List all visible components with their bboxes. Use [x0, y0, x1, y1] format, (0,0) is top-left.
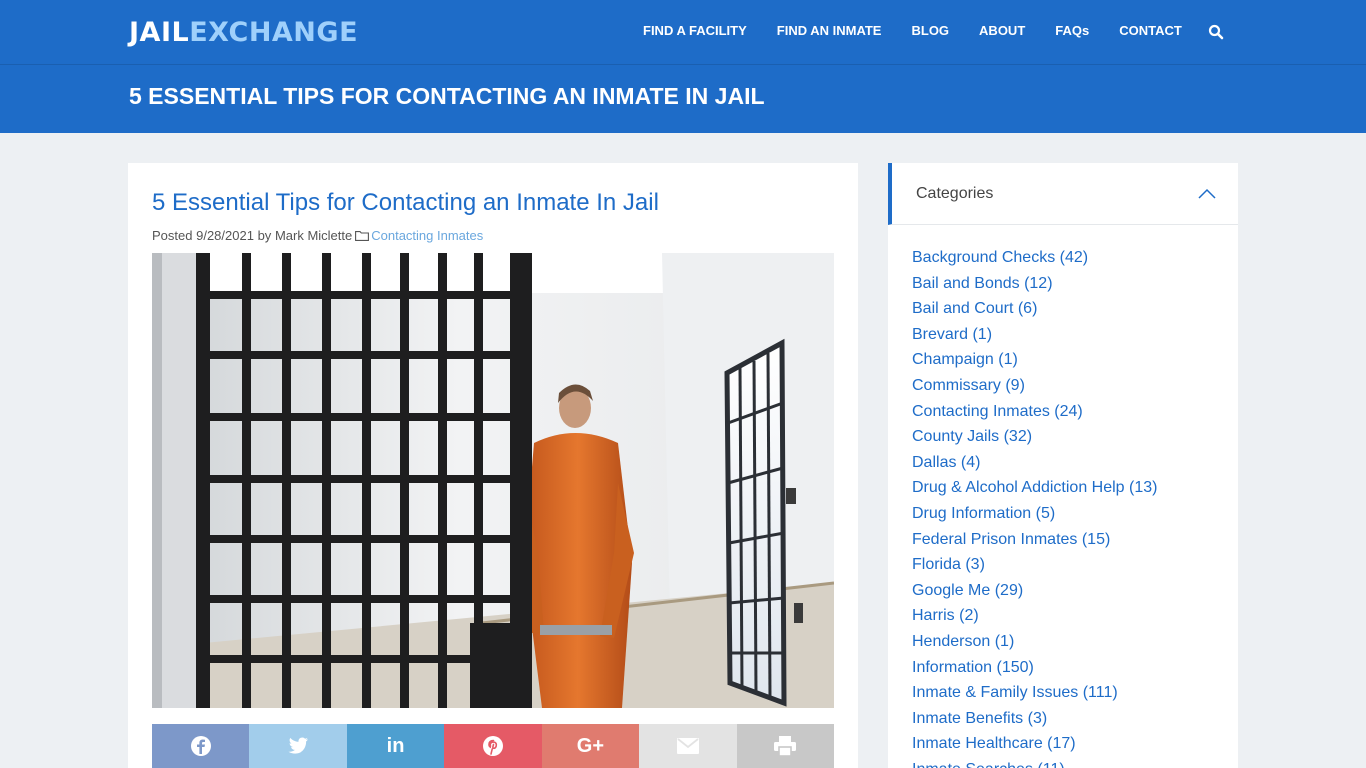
folder-icon	[355, 231, 370, 241]
category-link[interactable]: Florida (3)	[912, 552, 1157, 578]
share-facebook-button[interactable]	[152, 724, 250, 768]
category-link[interactable]: Inmate Searches (11)	[912, 757, 1157, 768]
googleplus-icon: G+	[576, 734, 605, 757]
nav-find-facility[interactable]: FIND A FACILITY	[643, 22, 747, 40]
facebook-icon	[190, 736, 211, 756]
email-icon	[676, 738, 699, 754]
category-link[interactable]: Google Me (29)	[912, 578, 1157, 604]
categories-header[interactable]: Categories	[888, 163, 1238, 225]
share-googleplus-button[interactable]: G+	[541, 724, 640, 768]
category-link[interactable]: Harris (2)	[912, 603, 1157, 629]
nav-faqs[interactable]: FAQs	[1055, 22, 1089, 40]
share-linkedin-button[interactable]: in	[346, 724, 445, 768]
category-link[interactable]: Henderson (1)	[912, 629, 1157, 655]
logo-part-jail: JAIL	[129, 17, 190, 48]
page-title: 5 ESSENTIAL TIPS FOR CONTACTING AN INMAT…	[129, 83, 765, 109]
print-icon	[774, 736, 797, 756]
post-author: Mark Miclette	[274, 228, 353, 243]
category-link[interactable]: Brevard (1)	[912, 322, 1157, 348]
category-link[interactable]: Bail and Bonds (12)	[912, 271, 1157, 297]
article-card: 5 Essential Tips for Contacting an Inmat…	[128, 163, 858, 768]
category-link[interactable]: Inmate & Family Issues (111)	[912, 680, 1157, 706]
chevron-up-icon[interactable]	[1198, 185, 1216, 203]
category-link[interactable]: Contacting Inmates (24)	[912, 399, 1157, 425]
category-link[interactable]: Federal Prison Inmates (15)	[912, 527, 1157, 553]
logo-part-exchange: EXCHANGE	[189, 17, 359, 48]
article-title[interactable]: 5 Essential Tips for Contacting an Inmat…	[152, 188, 659, 218]
search-icon[interactable]	[1208, 24, 1224, 40]
share-pinterest-button[interactable]	[444, 724, 542, 768]
share-bar: in G+	[152, 724, 834, 768]
linkedin-icon: in	[386, 734, 405, 757]
sidebar-categories-widget: Categories Background Checks (42) Bail a…	[888, 163, 1238, 768]
nav-blog[interactable]: BLOG	[911, 22, 949, 40]
nav-find-inmate[interactable]: FIND AN INMATE	[777, 22, 882, 40]
post-meta: Posted 9/28/2021 by Mark Miclette Contact…	[152, 228, 483, 244]
category-link[interactable]: Bail and Court (6)	[912, 296, 1157, 322]
main-nav: FIND A FACILITY FIND AN INMATE BLOG ABOU…	[643, 22, 1212, 40]
post-date: 9/28/2021	[196, 228, 254, 243]
post-category-link[interactable]: Contacting Inmates	[371, 228, 483, 243]
twitter-icon	[288, 737, 309, 754]
categories-list: Background Checks (42) Bail and Bonds (1…	[912, 245, 1157, 768]
category-link[interactable]: Champaign (1)	[912, 347, 1157, 373]
by-label: by	[257, 228, 272, 243]
categories-heading: Categories	[916, 185, 994, 202]
nav-contact[interactable]: CONTACT	[1119, 22, 1182, 40]
article-featured-image	[152, 253, 834, 708]
posted-label: Posted	[152, 228, 193, 243]
category-link[interactable]: Information (150)	[912, 655, 1157, 681]
top-navbar: JAILEXCHANGE FIND A FACILITY FIND AN INM…	[0, 0, 1366, 64]
pinterest-icon	[482, 736, 503, 756]
category-link[interactable]: Commissary (9)	[912, 373, 1157, 399]
category-link[interactable]: County Jails (32)	[912, 424, 1157, 450]
share-twitter-button[interactable]	[249, 724, 347, 768]
category-link[interactable]: Inmate Healthcare (17)	[912, 731, 1157, 757]
share-print-button[interactable]	[736, 724, 834, 768]
share-email-button[interactable]	[639, 724, 737, 768]
site-logo[interactable]: JAILEXCHANGE	[129, 17, 358, 49]
category-link[interactable]: Inmate Benefits (3)	[912, 706, 1157, 732]
nav-about[interactable]: ABOUT	[979, 22, 1025, 40]
page-title-bar: 5 ESSENTIAL TIPS FOR CONTACTING AN INMAT…	[0, 64, 1366, 133]
category-link[interactable]: Background Checks (42)	[912, 245, 1157, 271]
category-link[interactable]: Drug Information (5)	[912, 501, 1157, 527]
category-link[interactable]: Drug & Alcohol Addiction Help (13)	[912, 475, 1157, 501]
category-link[interactable]: Dallas (4)	[912, 450, 1157, 476]
